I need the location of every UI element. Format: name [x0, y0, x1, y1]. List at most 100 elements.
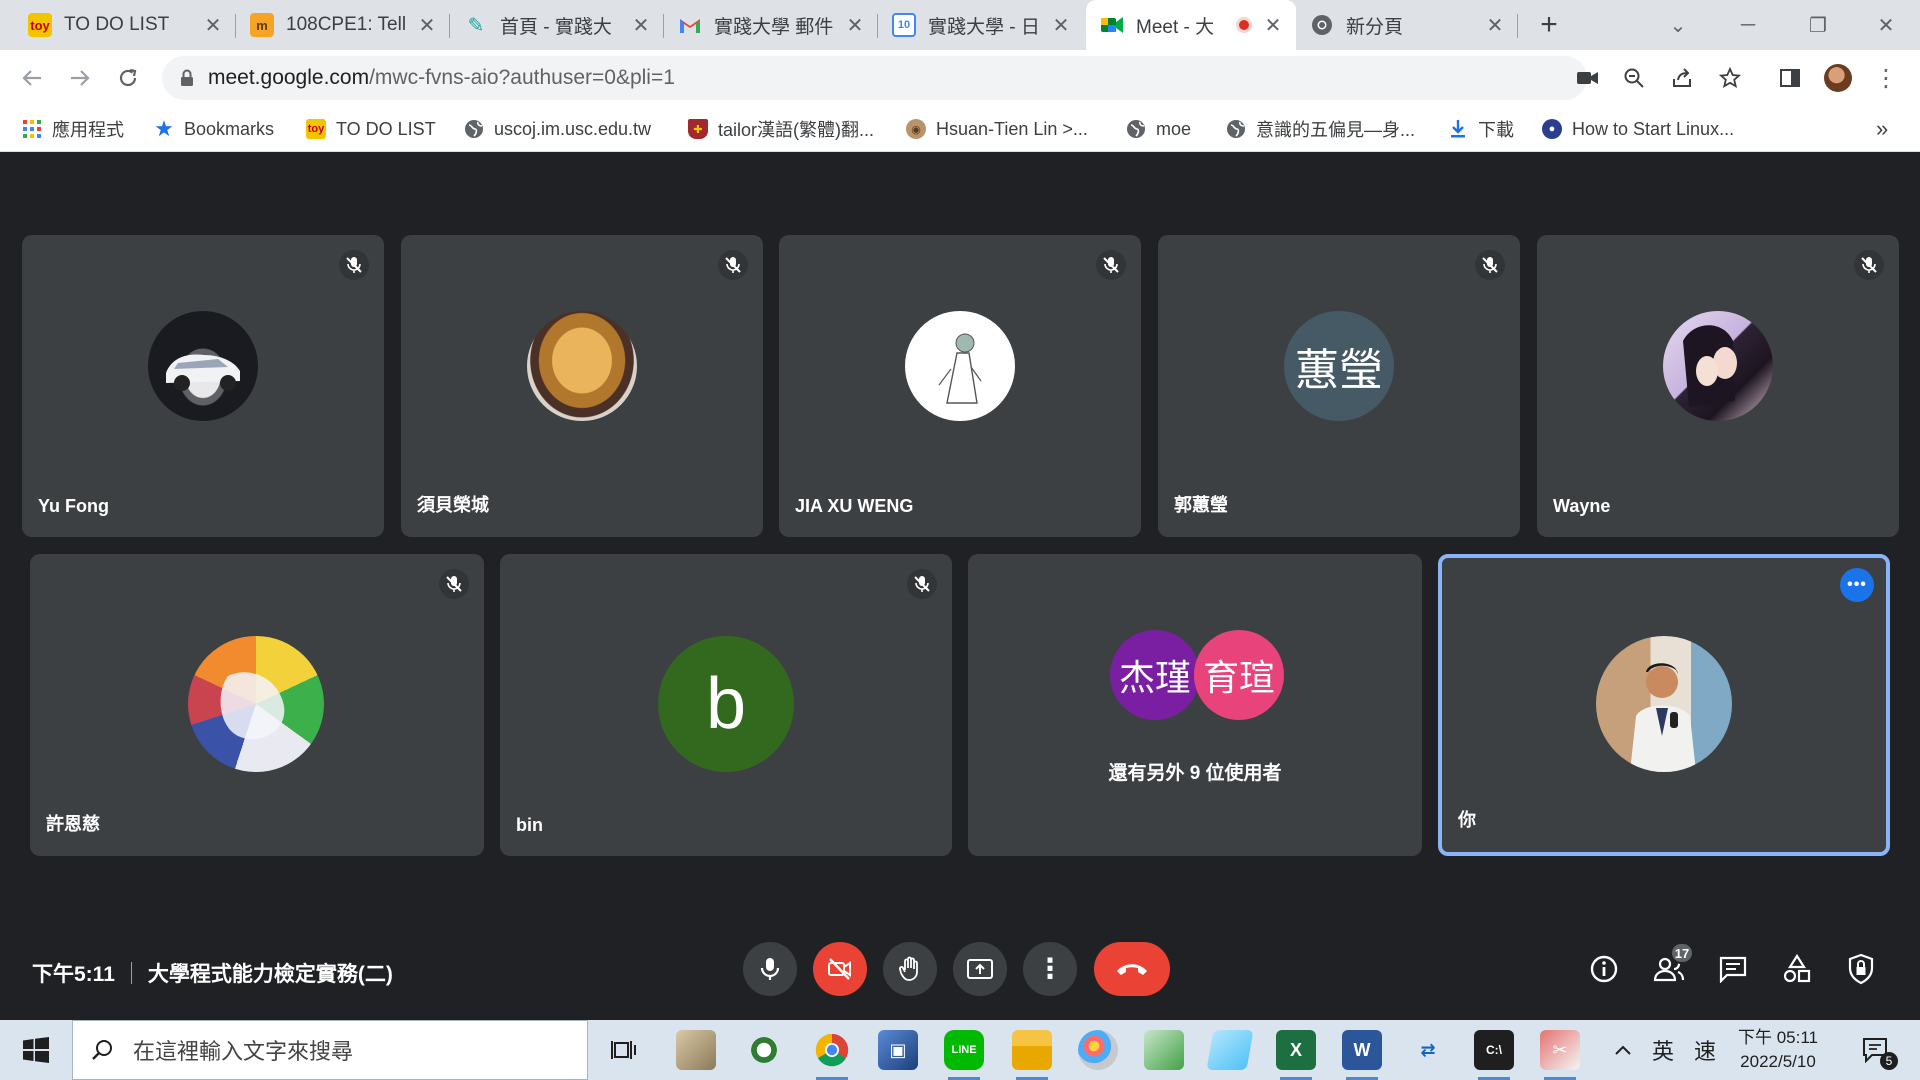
globe-icon: [1126, 119, 1146, 139]
people-button[interactable]: 17: [1648, 942, 1694, 990]
tab-search-icon[interactable]: ⌄: [1648, 0, 1708, 50]
participant-tile[interactable]: Wayne: [1537, 235, 1899, 537]
chat-button[interactable]: [1712, 948, 1754, 990]
tab-todo[interactable]: toy TO DO LIST ✕: [14, 0, 236, 50]
notes-app-icon[interactable]: [1206, 1030, 1254, 1070]
show-hidden-icons-button[interactable]: [1606, 1020, 1640, 1080]
close-icon[interactable]: ✕: [1048, 12, 1074, 38]
restore-button[interactable]: ❐: [1788, 0, 1848, 50]
share-icon[interactable]: [1666, 62, 1698, 94]
bookmark-linux[interactable]: ● How to Start Linux...: [1542, 106, 1734, 152]
tab-calendar[interactable]: 10 實踐大學 - 日 ✕: [878, 0, 1084, 50]
meeting-details-button[interactable]: [1583, 948, 1625, 990]
close-window-button[interactable]: ✕: [1856, 0, 1916, 50]
ime-mode-indicator[interactable]: 速: [1688, 1020, 1722, 1080]
bookmark-bias[interactable]: 意識的五偏見—身...: [1226, 106, 1415, 152]
tab-gmail[interactable]: 實踐大學 郵件 ✕: [664, 0, 878, 50]
host-controls-button[interactable]: [1840, 948, 1882, 990]
terminal-app-icon[interactable]: C:\: [1474, 1030, 1514, 1080]
maps-app-icon[interactable]: [744, 1030, 784, 1070]
chrome-menu-icon[interactable]: ⋮: [1870, 62, 1902, 94]
bookmark-moe[interactable]: moe: [1126, 106, 1191, 152]
hang-up-icon: [1117, 964, 1147, 975]
taskbar-search-box[interactable]: 在這裡輸入文字來搜尋: [72, 1020, 588, 1080]
participant-tile[interactable]: 須貝榮城: [401, 235, 763, 537]
system-clock[interactable]: 下午 05:11 2022/5/10: [1728, 1026, 1828, 1074]
participant-name: Wayne: [1553, 496, 1611, 516]
bookmark-htlin[interactable]: ◉ Hsuan-Tien Lin >...: [906, 106, 1088, 152]
tab-newtab[interactable]: 新分頁 ✕: [1296, 0, 1518, 50]
remote-desktop-icon[interactable]: ▣: [878, 1030, 918, 1070]
forward-button[interactable]: [64, 62, 96, 94]
bookmark-uscoj[interactable]: uscoj.im.usc.edu.tw: [464, 106, 651, 152]
more-options-button[interactable]: •••: [1840, 568, 1874, 602]
bookmark-bookmarks[interactable]: ★ Bookmarks: [154, 106, 274, 152]
close-icon[interactable]: ✕: [1260, 12, 1286, 38]
raise-hand-button[interactable]: [883, 942, 937, 996]
participant-name: 你: [1458, 810, 1476, 830]
bookmark-apps[interactable]: 應用程式: [22, 106, 124, 152]
ime-language-indicator[interactable]: 英: [1646, 1020, 1680, 1080]
camera-in-use-icon[interactable]: [1572, 62, 1604, 94]
bookmark-tailor[interactable]: ✚ tailor漢語(繁體)翻...: [688, 106, 874, 152]
participant-tile[interactable]: JIA XU WENG: [779, 235, 1141, 537]
address-bar[interactable]: meet.google.com/mwc-fvns-aio?authuser=0&…: [162, 56, 1587, 100]
more-bookmarks-button[interactable]: »: [1876, 106, 1888, 152]
camera-button[interactable]: [813, 942, 867, 996]
avatar: 杰瑾: [1110, 630, 1200, 720]
bookmark-downloads[interactable]: 下載: [1448, 106, 1514, 152]
bookmark-todo[interactable]: toy TO DO LIST: [306, 106, 436, 152]
search-icon: [92, 1040, 112, 1060]
participant-tile[interactable]: 許恩慈: [30, 554, 484, 856]
back-button[interactable]: [16, 62, 48, 94]
avatar: [188, 636, 324, 772]
activities-button[interactable]: [1776, 948, 1818, 990]
paint-app-icon[interactable]: [1078, 1030, 1118, 1070]
notification-center-button[interactable]: 5: [1848, 1020, 1904, 1080]
tab-meet[interactable]: Meet - 大 ✕: [1086, 0, 1296, 50]
bookmarks-bar: 應用程式 ★ Bookmarks toy TO DO LIST uscoj.im…: [0, 106, 1920, 152]
microphone-button[interactable]: [743, 942, 797, 996]
close-icon[interactable]: ✕: [414, 12, 440, 38]
task-view-icon[interactable]: [604, 1030, 644, 1070]
others-tile[interactable]: 杰瑾 育瑄 還有另外 9 位使用者: [968, 554, 1422, 856]
meeting-info: 下午5:11 大學程式能力檢定實務(二): [32, 958, 393, 988]
browser-toolbar: meet.google.com/mwc-fvns-aio?authuser=0&…: [0, 50, 1920, 106]
network-app-icon[interactable]: ⇄: [1408, 1030, 1448, 1070]
excel-app-icon[interactable]: X: [1276, 1030, 1316, 1080]
close-icon[interactable]: ✕: [1482, 12, 1508, 38]
bookmark-label: 下載: [1478, 120, 1514, 140]
snipping-tool-icon[interactable]: ✂: [1540, 1030, 1580, 1080]
close-icon[interactable]: ✕: [628, 12, 654, 38]
participant-tile[interactable]: b bin: [500, 554, 952, 856]
chrome-app-icon[interactable]: [812, 1030, 852, 1080]
new-tab-button[interactable]: +: [1534, 8, 1564, 41]
self-tile[interactable]: ••• 你: [1438, 554, 1890, 856]
tab-cpe[interactable]: m 108CPE1: Tell ✕: [236, 0, 450, 50]
more-actions-button[interactable]: ⋮: [1023, 942, 1077, 996]
start-button[interactable]: [12, 1034, 60, 1066]
tab-separator: [1517, 14, 1518, 38]
close-icon[interactable]: ✕: [842, 12, 868, 38]
profile-avatar[interactable]: [1822, 62, 1854, 94]
minimize-button[interactable]: ─: [1718, 0, 1778, 50]
tab-title: TO DO LIST: [64, 14, 170, 35]
present-screen-button[interactable]: [953, 942, 1007, 996]
participant-tile[interactable]: 蕙瑩 郭蕙瑩: [1158, 235, 1520, 537]
file-explorer-icon[interactable]: [1012, 1030, 1052, 1080]
image-viewer-icon[interactable]: [1144, 1030, 1184, 1070]
scanner-app-icon[interactable]: [676, 1030, 716, 1070]
apps-grid-icon: [22, 119, 42, 139]
star-bookmark-icon[interactable]: [1714, 62, 1746, 94]
leave-call-button[interactable]: [1094, 942, 1170, 996]
zoom-icon[interactable]: [1618, 62, 1650, 94]
line-app-icon[interactable]: LINE: [944, 1030, 984, 1080]
hand-icon: [899, 956, 918, 981]
close-icon[interactable]: ✕: [200, 12, 226, 38]
reload-button[interactable]: [112, 62, 144, 94]
tab-homepage[interactable]: ✎ 首頁 - 實踐大 ✕: [450, 0, 664, 50]
participant-tile[interactable]: Yu Fong: [22, 235, 384, 537]
avatar: [1663, 311, 1773, 421]
word-app-icon[interactable]: W: [1342, 1030, 1382, 1080]
side-panel-icon[interactable]: [1774, 62, 1806, 94]
